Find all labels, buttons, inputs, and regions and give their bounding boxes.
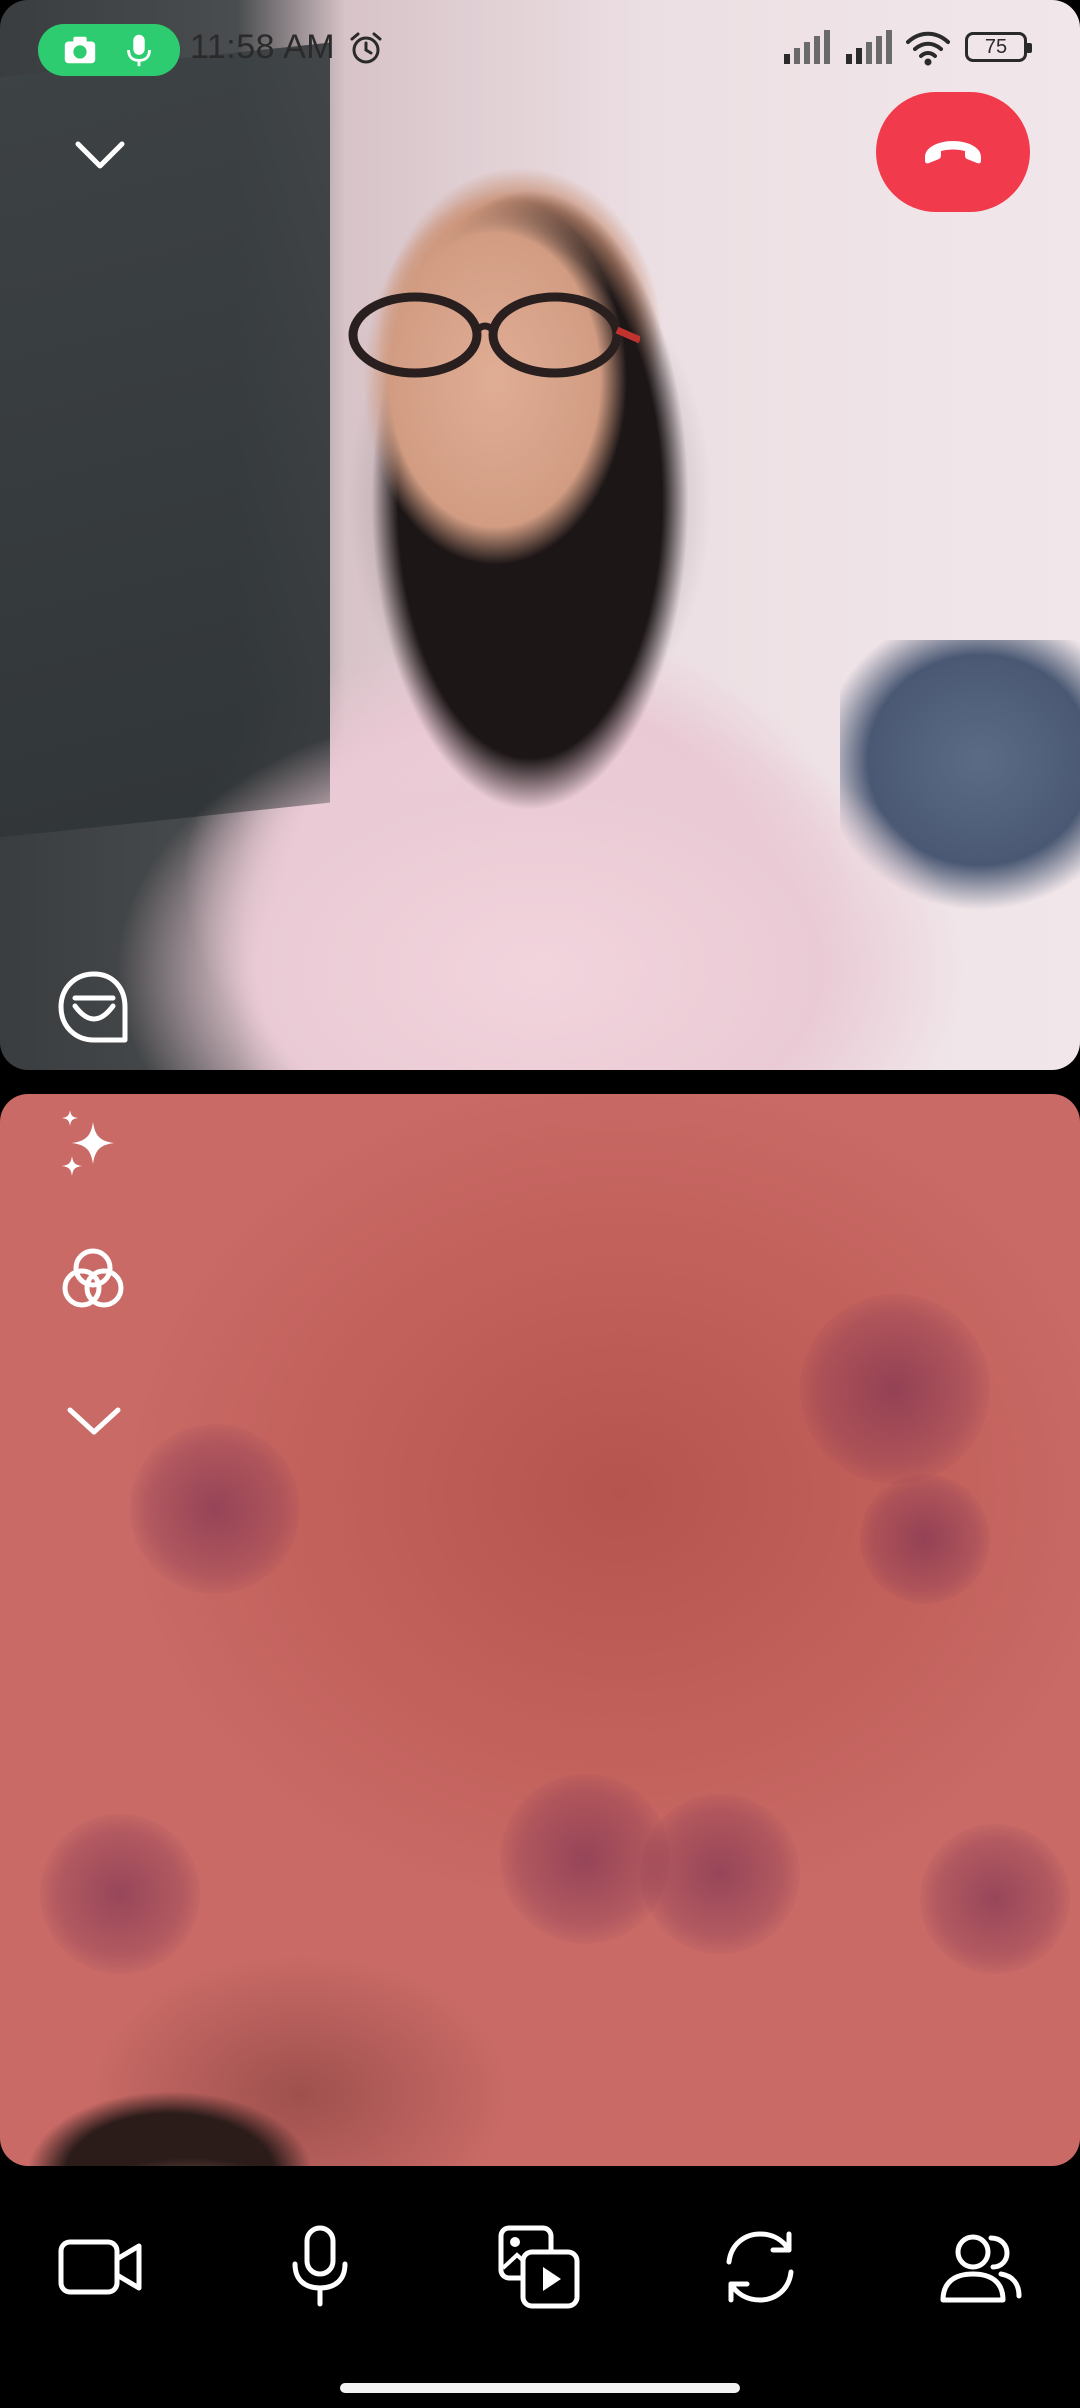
signal-icon xyxy=(846,30,892,64)
battery-icon: 75 xyxy=(965,32,1032,62)
microphone-icon xyxy=(292,2225,348,2307)
flip-camera-button[interactable] xyxy=(715,2222,805,2312)
fabric-pattern xyxy=(920,1824,1070,1974)
fabric-pattern xyxy=(40,1814,200,1974)
end-call-button[interactable] xyxy=(876,92,1030,212)
status-time: 11:58 AM xyxy=(190,28,336,66)
active-call-indicator[interactable] xyxy=(38,24,180,76)
signal-icon xyxy=(784,30,830,64)
effects-sparkles-icon[interactable] xyxy=(58,1108,128,1178)
call-toolbar xyxy=(0,2170,1080,2340)
participants-button[interactable] xyxy=(935,2222,1025,2312)
remote-person-glasses xyxy=(348,292,640,378)
microphone-button[interactable] xyxy=(275,2222,365,2312)
wifi-icon xyxy=(906,31,950,66)
video-camera-button[interactable] xyxy=(55,2222,145,2312)
collapse-chevron-icon[interactable] xyxy=(64,1400,124,1440)
home-indicator[interactable] xyxy=(340,2383,740,2393)
remote-person-face xyxy=(330,170,660,590)
share-media-icon xyxy=(498,2225,580,2309)
end-call-icon xyxy=(925,141,981,164)
participants-icon xyxy=(940,2234,1022,2303)
video-camera-icon xyxy=(58,2239,142,2295)
fabric-pattern xyxy=(640,1794,800,1954)
share-media-button[interactable] xyxy=(495,2222,585,2312)
local-video-feed[interactable] xyxy=(0,1094,1080,2166)
flip-camera-icon xyxy=(726,2231,794,2303)
fabric-pattern xyxy=(800,1294,990,1484)
alarm-icon xyxy=(350,32,382,64)
camera-icon xyxy=(64,36,95,64)
fabric-pattern xyxy=(860,1474,990,1604)
microphone-icon xyxy=(126,34,151,67)
collapse-chevron-icon[interactable] xyxy=(70,130,130,180)
fabric-pattern xyxy=(130,1424,300,1594)
battery-level: 75 xyxy=(984,35,1008,58)
local-person-forehead xyxy=(40,2094,340,2166)
status-bar: 11:58 AM 75 xyxy=(0,0,1080,100)
reactions-icon[interactable] xyxy=(55,968,133,1046)
filters-icon[interactable] xyxy=(58,1244,128,1314)
